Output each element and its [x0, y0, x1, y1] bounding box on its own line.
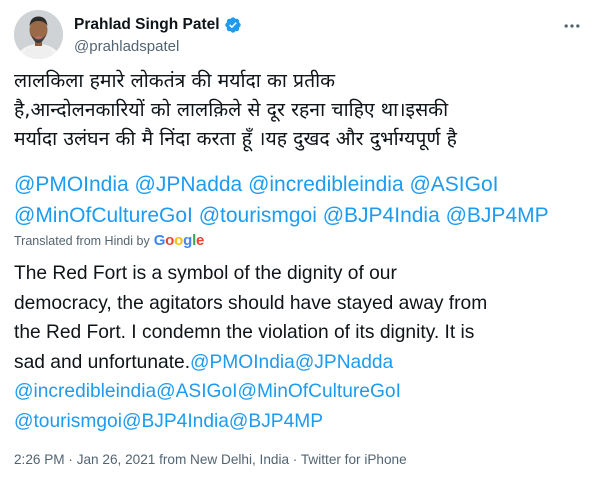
- translation-link[interactable]: @incredibleindia@ASIGoI@MinOfCultureGoI: [14, 381, 401, 402]
- tweet-header: Prahlad Singh Patel @prahladspatel: [14, 10, 586, 60]
- tweet-text-hindi: लालकिला हमारे लोकतंत्र की मर्यादा का प्र…: [14, 66, 586, 153]
- google-logo: Google: [153, 232, 205, 249]
- name-row: Prahlad Singh Patel: [74, 16, 242, 34]
- avatar[interactable]: [14, 10, 63, 59]
- translation-link[interactable]: @PMOIndia@JPNadda: [190, 352, 393, 373]
- translation-link[interactable]: @tourismgoi@BJP4India@BJP4MP: [14, 411, 323, 432]
- translation-line: the Red Fort. I condemn the violation of…: [14, 318, 586, 348]
- translated-text: The Red Fort is a symbol of the dignity …: [14, 259, 586, 436]
- mention-links[interactable]: @PMOIndia @JPNadda @incredibleindia @ASI…: [14, 170, 586, 201]
- translation-line: @tourismgoi@BJP4India@BJP4MP: [14, 407, 586, 437]
- handle[interactable]: @prahladspatel: [74, 38, 179, 55]
- tweet: Prahlad Singh Patel @prahladspatel लालकि…: [0, 0, 596, 480]
- translation-text: the Red Fort. I condemn the violation of…: [14, 322, 475, 343]
- translation-text: democracy, the agitators should have sta…: [14, 292, 488, 314]
- translation-line: democracy, the agitators should have sta…: [14, 289, 586, 319]
- more-horizontal-icon[interactable]: [558, 16, 586, 36]
- hindi-line: मर्यादा उलंघन की मै निंदा करता हूँ ।यह द…: [14, 127, 457, 150]
- translated-label: Translated from Hindi by: [14, 233, 150, 248]
- tweet-mentions: @PMOIndia @JPNadda @incredibleindia @ASI…: [14, 170, 586, 231]
- mention-links[interactable]: @MinOfCultureGoI @tourismgoi @BJP4India …: [14, 201, 586, 232]
- more-dots-icon: [564, 24, 580, 28]
- display-name[interactable]: Prahlad Singh Patel: [74, 16, 220, 34]
- translation-text: sad and unfortunate.: [14, 351, 191, 373]
- translation-line: @incredibleindia@ASIGoI@MinOfCultureGoI: [14, 377, 586, 407]
- translation-line: The Red Fort is a symbol of the dignity …: [14, 259, 586, 289]
- hindi-line: लालकिला हमारे लोकतंत्र की मर्यादा का प्र…: [14, 69, 336, 92]
- verified-badge-icon: [224, 17, 241, 33]
- tweet-timestamp[interactable]: 2:26 PM · Jan 26, 2021 from New Delhi, I…: [14, 452, 407, 467]
- hindi-line: है,आन्दोलनकारियों को लालक़िले से दूर रहन…: [14, 98, 449, 121]
- translation-line: sad and unfortunate.@PMOIndia@JPNadda: [14, 348, 586, 378]
- avatar-image: [14, 10, 63, 59]
- translation-text: The Red Fort is a symbol of the dignity …: [14, 263, 397, 284]
- translation-attribution: Translated from Hindi by Google: [14, 232, 204, 249]
